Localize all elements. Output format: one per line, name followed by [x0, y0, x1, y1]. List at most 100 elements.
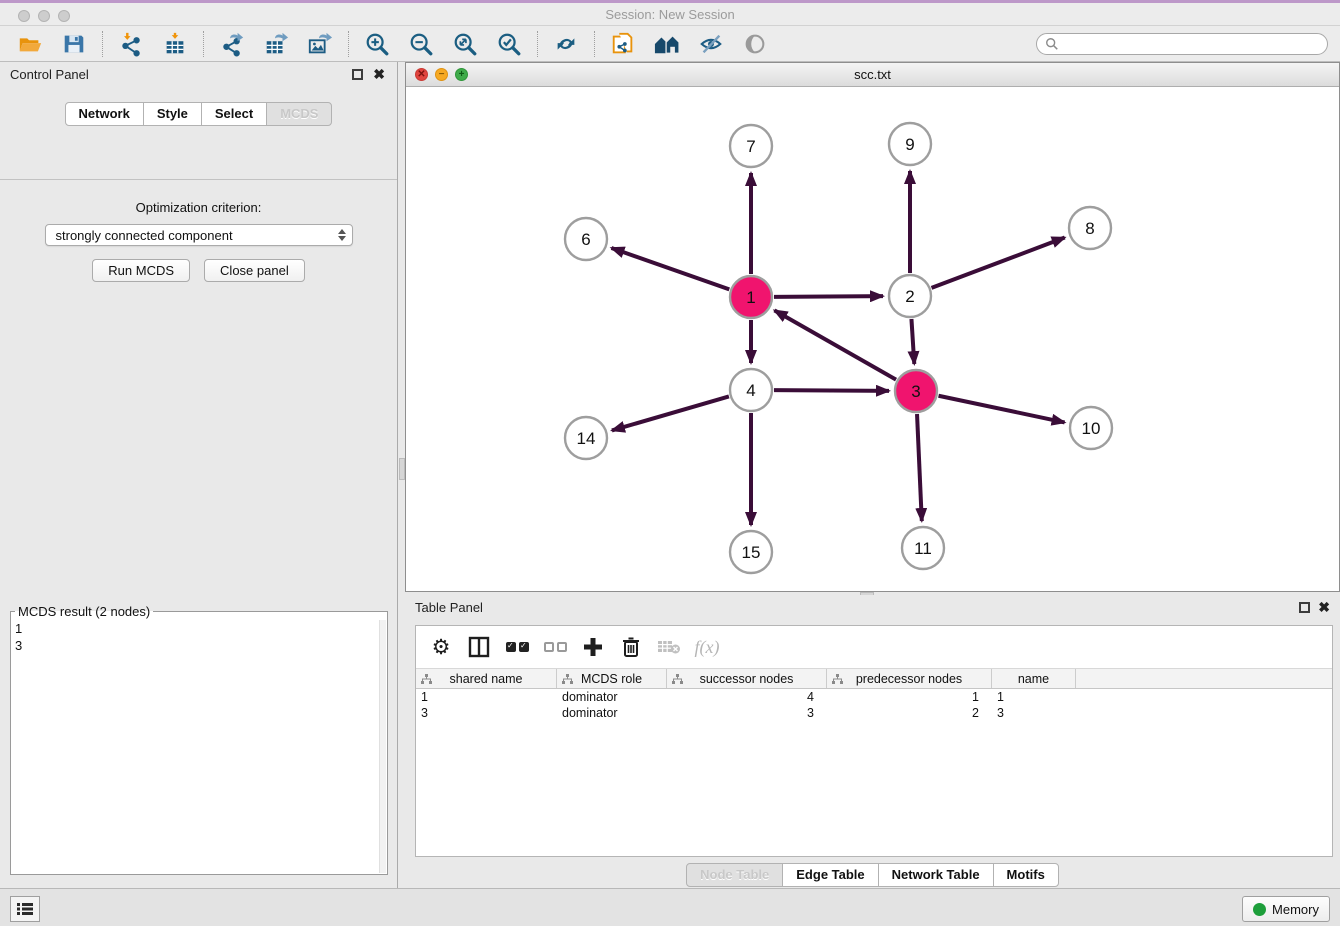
select-arrows-icon [338, 229, 346, 241]
open-session-icon[interactable] [16, 30, 44, 58]
graph-node-7[interactable]: 7 [730, 125, 772, 167]
table-row[interactable]: 3dominator323 [416, 705, 1332, 721]
mcds-result-group: MCDS result (2 nodes) 1 3 [10, 604, 388, 875]
delete-table-icon[interactable] [654, 634, 684, 660]
graph-node-3[interactable]: 3 [895, 370, 937, 412]
window-title: Session: New Session [0, 7, 1340, 22]
deselect-all-checkboxes-icon[interactable] [540, 634, 570, 660]
zoom-fit-icon[interactable] [451, 30, 479, 58]
control-panel-title: Control Panel [10, 67, 89, 82]
column-type-icon [421, 674, 432, 684]
criterion-select[interactable]: strongly connected component [45, 224, 353, 246]
graph-node-4[interactable]: 4 [730, 369, 772, 411]
close-panel-button[interactable]: Close panel [204, 259, 305, 282]
graph-node-6[interactable]: 6 [565, 218, 607, 260]
clone-network-icon[interactable] [609, 30, 637, 58]
table-cell[interactable]: dominator [557, 706, 667, 720]
graph-node-1[interactable]: 1 [730, 276, 772, 318]
svg-text:7: 7 [746, 137, 755, 156]
memory-label: Memory [1272, 902, 1319, 917]
graph-node-14[interactable]: 14 [565, 417, 607, 459]
graph-edge-1-2[interactable] [774, 296, 883, 297]
toolbar-separator [537, 31, 538, 57]
node-table-container: ⚙ f(x) shared nameMCDS rolesuccessor nod… [415, 625, 1333, 857]
graph-node-10[interactable]: 10 [1070, 407, 1112, 449]
svg-text:1: 1 [746, 288, 755, 307]
graph-node-11[interactable]: 11 [902, 527, 944, 569]
export-table-icon[interactable] [262, 30, 290, 58]
table-cell[interactable]: 1 [827, 690, 992, 704]
import-network-icon[interactable] [117, 30, 145, 58]
add-column-icon[interactable] [578, 634, 608, 660]
graph-edge-2-8[interactable] [932, 238, 1065, 288]
graph-edge-4-3[interactable] [774, 390, 889, 391]
tab-node-table[interactable]: Node Table [686, 863, 783, 887]
table-cell[interactable]: 2 [827, 706, 992, 720]
table-cell[interactable]: 1 [416, 690, 557, 704]
graph-node-9[interactable]: 9 [889, 123, 931, 165]
column-header-successor-nodes[interactable]: successor nodes [667, 669, 827, 688]
criterion-selected-value: strongly connected component [56, 228, 338, 243]
table-row[interactable]: 1dominator411 [416, 689, 1332, 705]
table-cell[interactable]: 3 [416, 706, 557, 720]
tab-mcds[interactable]: MCDS [266, 102, 332, 126]
graph-edge-2-3[interactable] [911, 319, 914, 364]
column-header-MCDS-role[interactable]: MCDS role [557, 669, 667, 688]
table-cell[interactable]: 3 [992, 706, 1076, 720]
table-cell[interactable]: 1 [992, 690, 1076, 704]
graph-edge-3-10[interactable] [939, 396, 1065, 423]
first-neighbors-icon[interactable] [653, 30, 681, 58]
network-graph[interactable]: 1 2 3 4 6 7 8 9 10 11 14 15 [406, 88, 1339, 591]
graph-node-15[interactable]: 15 [730, 531, 772, 573]
apply-layout-icon[interactable] [552, 30, 580, 58]
select-all-checkboxes-icon[interactable] [502, 634, 532, 660]
table-cell[interactable]: dominator [557, 690, 667, 704]
close-panel-icon[interactable]: ✖ [373, 66, 385, 83]
graph-edge-4-14[interactable] [612, 396, 729, 430]
tab-network[interactable]: Network [65, 102, 144, 126]
save-session-icon[interactable] [60, 30, 88, 58]
tab-network-table[interactable]: Network Table [878, 863, 994, 887]
mcds-result-textarea[interactable]: 1 3 [11, 619, 387, 874]
memory-button[interactable]: Memory [1242, 896, 1330, 922]
bird-view-icon[interactable] [741, 30, 769, 58]
zoom-selected-icon[interactable] [495, 30, 523, 58]
column-header-name[interactable]: name [992, 669, 1076, 688]
float-panel-icon[interactable] [352, 69, 363, 80]
split-panel-icon[interactable] [464, 634, 494, 660]
tab-motifs[interactable]: Motifs [993, 863, 1059, 887]
graph-node-8[interactable]: 8 [1069, 207, 1111, 249]
tab-style[interactable]: Style [143, 102, 202, 126]
tab-edge-table[interactable]: Edge Table [782, 863, 878, 887]
column-settings-icon[interactable]: ⚙ [426, 634, 456, 660]
tab-select[interactable]: Select [201, 102, 267, 126]
close-table-panel-icon[interactable]: ✖ [1318, 599, 1330, 616]
export-network-icon[interactable] [218, 30, 246, 58]
run-mcds-button[interactable]: Run MCDS [92, 259, 190, 282]
show-log-button[interactable] [10, 896, 40, 922]
delete-column-icon[interactable] [616, 634, 646, 660]
table-cell[interactable]: 4 [667, 690, 827, 704]
network-window-titlebar[interactable]: ✕ − + scc.txt [406, 63, 1339, 87]
show-graphics-details-icon[interactable] [697, 30, 725, 58]
vertical-splitter-handle[interactable] [399, 458, 405, 480]
column-type-icon [672, 674, 683, 684]
export-image-icon[interactable] [306, 30, 334, 58]
result-scrollbar[interactable] [379, 620, 386, 873]
graph-edge-3-11[interactable] [917, 414, 922, 521]
main-toolbar [0, 26, 1340, 62]
zoom-in-icon[interactable] [363, 30, 391, 58]
search-input[interactable] [1063, 35, 1327, 53]
import-table-icon[interactable] [161, 30, 189, 58]
graph-node-2[interactable]: 2 [889, 275, 931, 317]
table-cell[interactable]: 3 [667, 706, 827, 720]
zoom-out-icon[interactable] [407, 30, 435, 58]
column-header-shared-name[interactable]: shared name [416, 669, 557, 688]
graph-edge-1-6[interactable] [611, 248, 729, 289]
graph-edge-3-1[interactable] [774, 310, 896, 379]
column-header-predecessor-nodes[interactable]: predecessor nodes [827, 669, 992, 688]
float-table-panel-icon[interactable] [1299, 602, 1310, 613]
network-canvas[interactable]: 1 2 3 4 6 7 8 9 10 11 14 15 [406, 88, 1339, 591]
function-builder-icon[interactable]: f(x) [692, 634, 722, 660]
table-header-row: shared nameMCDS rolesuccessor nodesprede… [416, 668, 1332, 689]
